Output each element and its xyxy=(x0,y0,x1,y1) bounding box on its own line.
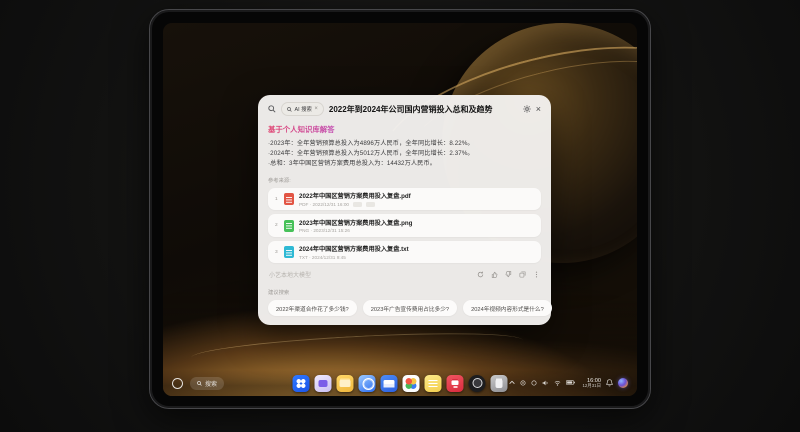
reference-tag-chip xyxy=(353,202,363,207)
reference-index: 1 xyxy=(275,196,278,202)
reference-index: 3 xyxy=(275,249,278,255)
reference-item-txt[interactable]: 3 2024年中国区营销方案费用投入复盘.txt TXT · 2024/12/3… xyxy=(268,240,541,264)
tablet-screen: AI 搜索 × 2022年到2024年公司国内营销投入总和及趋势 × 基于个人知… xyxy=(163,23,637,396)
search-query-text[interactable]: 2022年到2024年公司国内营销投入总和及趋势 xyxy=(329,104,518,115)
app-launcher-icon[interactable] xyxy=(292,374,310,392)
ai-search-filter-chip[interactable]: AI 搜索 × xyxy=(281,102,324,116)
regenerate-icon[interactable] xyxy=(477,271,484,278)
reference-item-png[interactable]: 2 2023年中国区营销方案费用投入复盘.png PNG · 2023/12/3… xyxy=(268,214,541,237)
settings-gear-icon[interactable] xyxy=(523,105,531,113)
chip-close-icon[interactable]: × xyxy=(314,106,318,112)
reference-filename: 2022年中国区营销方案费用投入复盘.pdf xyxy=(299,193,411,201)
trash-app-icon[interactable] xyxy=(490,374,508,392)
reference-filename: 2023年中国区营销方案费用投入复盘.png xyxy=(299,219,413,227)
answer-line-total: ·总和：3年中国区营销方案费用总投入为：14432万人民币。 xyxy=(268,159,437,167)
volume-icon[interactable] xyxy=(542,380,549,386)
answer-line-2024: ·2024年：全年营销预算总投入为5012万人民币，全年同比增长：2.37%。 xyxy=(268,149,474,157)
suggestion-chip-1[interactable]: 2022年渠道合作花了多少钱? xyxy=(268,300,357,317)
png-file-icon xyxy=(284,219,294,232)
more-options-icon[interactable] xyxy=(533,271,540,278)
reference-item-pdf[interactable]: 1 2022年中国区营销方案费用投入复盘.pdf PDF · 2022/12/3… xyxy=(268,187,541,211)
thumbs-down-icon[interactable] xyxy=(505,271,512,278)
reference-meta: PNG · 2023/12/31 15:26 xyxy=(299,228,350,234)
battery-icon xyxy=(566,380,576,386)
tablet-device: AI 搜索 × 2022年到2024年公司国内营销投入总和及趋势 × 基于个人知… xyxy=(149,9,651,409)
search-icon xyxy=(197,380,202,386)
copy-icon[interactable] xyxy=(519,271,526,278)
status-record-icon[interactable] xyxy=(531,380,537,386)
notes-app-icon[interactable] xyxy=(424,374,442,392)
reference-meta: PDF · 2022/12/31 16:00 xyxy=(299,201,350,207)
search-icon xyxy=(287,106,292,112)
ai-search-panel: AI 搜索 × 2022年到2024年公司国内营销投入总和及趋势 × 基于个人知… xyxy=(258,95,552,326)
answer-line-2023: ·2023年：全年营销预算总投入为4896万人民币，全年同比增长：8.22%。 xyxy=(268,140,474,147)
status-circle-icon[interactable] xyxy=(520,380,526,386)
meetime-app-icon[interactable] xyxy=(314,374,332,392)
celia-assistant-avatar[interactable] xyxy=(618,377,628,388)
pdf-file-icon xyxy=(284,193,294,206)
browser-app-icon[interactable] xyxy=(358,374,376,392)
files-app-icon[interactable] xyxy=(336,374,354,392)
search-icon xyxy=(268,105,276,113)
chevron-up-icon[interactable] xyxy=(509,380,516,385)
reference-index: 2 xyxy=(275,223,278,229)
references-label: 参考来源: xyxy=(268,177,291,184)
notification-bell-icon[interactable] xyxy=(606,379,613,387)
app-dock xyxy=(292,374,508,392)
close-icon[interactable]: × xyxy=(536,104,541,114)
followup-input-row: 小艺本地大模型 xyxy=(268,267,541,281)
assistant-input[interactable]: 小艺本地大模型 xyxy=(269,270,477,279)
search-bar: AI 搜索 × 2022年到2024年公司国内营销投入总和及趋势 × xyxy=(268,102,541,116)
thumbs-up-icon[interactable] xyxy=(491,271,498,278)
ai-chip-label: AI 搜索 xyxy=(294,107,312,113)
taskbar: 搜索 16:00 12月31日 xyxy=(163,370,637,396)
reference-meta: TXT · 2024/12/31 9:45 xyxy=(299,254,346,260)
taskbar-search-label: 搜索 xyxy=(205,381,218,388)
wifi-icon[interactable] xyxy=(554,380,561,386)
clock-date: 12月31日 xyxy=(582,382,601,388)
taskbar-search-pill[interactable]: 搜索 xyxy=(190,376,225,390)
camera-app-icon[interactable] xyxy=(468,374,486,392)
answer-source-header: 基于个人知识库解答 xyxy=(268,124,541,135)
reference-tag-chip xyxy=(366,202,376,207)
taskbar-clock[interactable]: 16:00 12月31日 xyxy=(582,378,601,389)
suggestions-label: 建议搜索 xyxy=(268,290,290,297)
txt-file-icon xyxy=(284,246,294,259)
gallery-app-icon[interactable] xyxy=(402,374,420,392)
assistant-ring-icon[interactable] xyxy=(172,377,183,389)
status-tray: 16:00 12月31日 xyxy=(509,378,628,389)
reference-filename: 2024年中国区营销方案费用投入复盘.txt xyxy=(299,246,409,254)
suggestion-chip-3[interactable]: 2024年视频内容形式是什么? xyxy=(463,300,552,317)
email-app-icon[interactable] xyxy=(380,374,398,392)
appgallery-app-icon[interactable] xyxy=(446,374,464,392)
suggestion-chip-2[interactable]: 2023年广告宣传费用占比多少? xyxy=(362,300,458,317)
